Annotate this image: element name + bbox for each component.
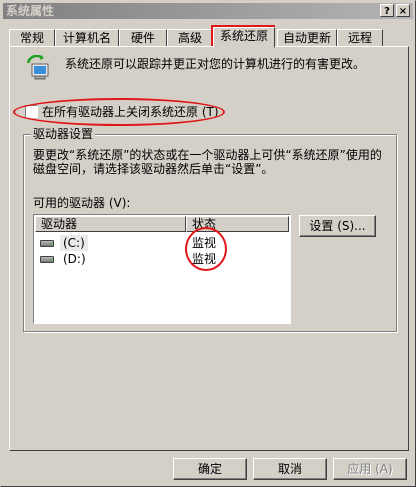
- column-header-status[interactable]: 状态: [186, 216, 289, 232]
- button-label: 取消: [277, 462, 302, 476]
- ok-button[interactable]: 确定: [173, 458, 247, 480]
- tab-advanced[interactable]: 高级: [167, 29, 213, 47]
- tab-system-restore[interactable]: 系统还原: [213, 27, 275, 48]
- tab-label: 系统还原: [219, 29, 268, 43]
- title-bar[interactable]: 系统属性 ? ×: [3, 3, 413, 19]
- disable-restore-label[interactable]: 在所有驱动器上关闭系统还原 (T): [42, 105, 219, 119]
- tab-label: 计算机名: [62, 31, 111, 45]
- drive-name: (D:): [63, 252, 86, 266]
- close-icon: ×: [398, 6, 408, 17]
- help-button[interactable]: ?: [380, 4, 394, 17]
- restore-description: 系统还原可以跟踪并更正对您的计算机进行的有害更改。: [65, 57, 366, 71]
- close-button[interactable]: ×: [396, 4, 410, 17]
- column-label: 驱动器: [41, 217, 78, 231]
- column-header-drive[interactable]: 驱动器: [35, 216, 186, 232]
- available-drives-label: 可用的驱动器 (V):: [33, 196, 131, 210]
- hard-drive-icon: [40, 240, 54, 247]
- drive-status: 监视: [192, 252, 217, 266]
- button-label: 应用 (A): [347, 462, 393, 476]
- tab-hardware[interactable]: 硬件: [119, 29, 167, 47]
- apply-button[interactable]: 应用 (A): [333, 458, 407, 480]
- cancel-button[interactable]: 取消: [253, 458, 327, 480]
- system-properties-window: 系统属性 ? × 常规 计算机名 硬件 高级 系统还原 自动更新 远程 系统还原…: [0, 0, 416, 487]
- system-restore-icon: [26, 55, 49, 80]
- drive-settings-button[interactable]: 设置 (S)...: [299, 215, 376, 237]
- tab-computer-name[interactable]: 计算机名: [55, 29, 119, 47]
- column-label: 状态: [192, 217, 217, 231]
- tab-label: 自动更新: [282, 31, 331, 45]
- tab-label: 常规: [19, 31, 44, 45]
- drives-list[interactable]: 驱动器 状态 (C:) 监视 (D:) 监视: [33, 214, 291, 324]
- tab-remote[interactable]: 远程: [337, 29, 383, 47]
- tab-strip: 常规 计算机名 硬件 高级 系统还原 自动更新 远程: [9, 27, 409, 48]
- help-icon: ?: [384, 6, 390, 17]
- drive-status: 监视: [192, 236, 217, 250]
- drive-name: (C:): [60, 235, 88, 251]
- button-label: 设置 (S)...: [309, 219, 366, 233]
- drive-settings-title: 驱动器设置: [31, 127, 96, 141]
- drive-row[interactable]: (C:) 监视: [38, 235, 288, 251]
- disable-restore-checkbox[interactable]: [25, 105, 38, 118]
- button-label: 确定: [197, 462, 222, 476]
- drive-settings-description: 要更改“系统还原”的状态或在一个驱动器上可供“系统还原”使用的磁盘空间，请选择该…: [33, 148, 382, 176]
- tab-label: 硬件: [130, 31, 155, 45]
- tab-automatic-updates[interactable]: 自动更新: [277, 29, 337, 47]
- tab-label: 高级: [177, 31, 202, 45]
- drive-row[interactable]: (D:) 监视: [38, 251, 288, 267]
- window-title: 系统属性: [6, 4, 55, 18]
- hard-drive-icon: [40, 256, 54, 263]
- tab-general[interactable]: 常规: [9, 29, 55, 47]
- tab-label: 远程: [347, 31, 372, 45]
